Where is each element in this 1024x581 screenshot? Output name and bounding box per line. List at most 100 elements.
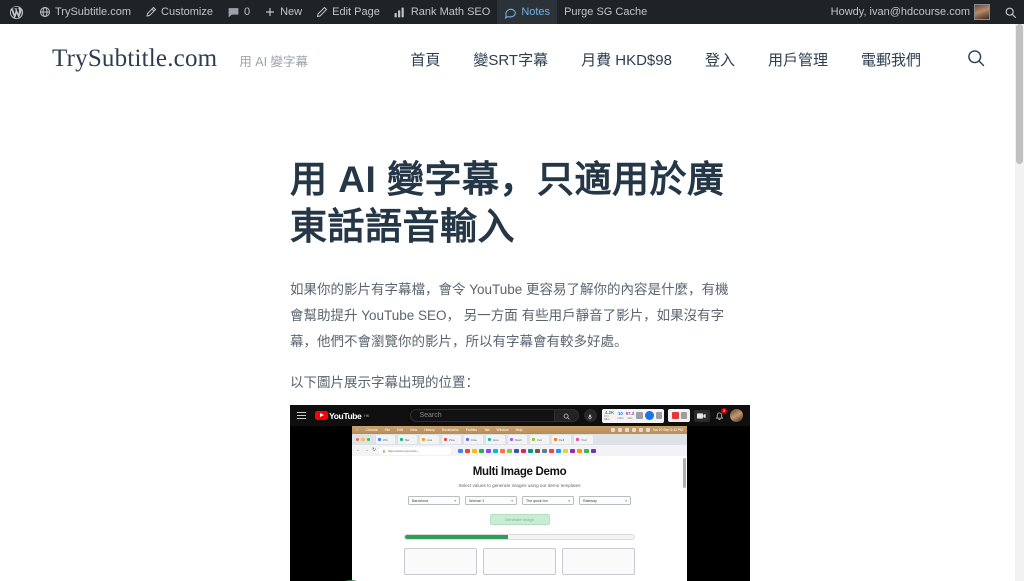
bookmark-icon[interactable] — [479, 448, 484, 454]
bookmark-icon[interactable] — [569, 448, 575, 454]
address-bar[interactable]: 🔒 https://www.tryner.live... — [379, 447, 452, 455]
bookmark-icon[interactable] — [458, 448, 463, 454]
admin-bar-customize[interactable]: Customize — [138, 0, 220, 24]
admin-bar-site-name[interactable]: TrySubtitle.com — [32, 0, 138, 24]
mac-apple-icon:  — [356, 428, 359, 432]
mac-menu-file[interactable]: File — [385, 428, 390, 432]
embedded-screenshot[interactable]: YouTube HK Search 4.2K 0 hr 48m 10 subs … — [290, 405, 750, 581]
admin-bar-notes[interactable]: Notes — [497, 0, 558, 24]
mac-menu-view[interactable]: View — [410, 428, 417, 432]
browser-extension-1-icon[interactable] — [668, 409, 690, 423]
nav-item-home[interactable]: 首頁 — [410, 49, 440, 70]
nav-item-contact[interactable]: 電郵我們 — [861, 49, 921, 70]
inner-page-scrollbar[interactable] — [683, 458, 686, 489]
browser-tab[interactable]: Ber — [398, 435, 418, 445]
mac-menu-chrome[interactable]: Chrome — [366, 428, 378, 432]
bookmark-icon[interactable] — [500, 448, 505, 454]
mac-menu-bookmarks[interactable]: Bookmarks — [442, 428, 459, 432]
bookmark-icon[interactable] — [583, 448, 589, 454]
browser-tab[interactable]: Pixa — [442, 435, 462, 445]
bookmark-icon[interactable] — [465, 448, 470, 454]
bookmarks-bar — [458, 448, 683, 454]
mac-menu-history[interactable]: History — [424, 428, 435, 432]
stats-grid-icon[interactable] — [636, 412, 643, 420]
browser-tab[interactable]: Wix — [376, 435, 396, 445]
stats-menu-icon[interactable] — [655, 412, 663, 420]
reload-icon[interactable]: ↻ — [372, 448, 376, 453]
minimize-window-icon[interactable] — [361, 438, 365, 442]
browser-tab[interactable]: Goo — [486, 435, 506, 445]
browser-tab[interactable]: Dash — [508, 435, 528, 445]
bookmark-icon[interactable] — [542, 448, 547, 454]
nav-search-button[interactable] — [966, 48, 986, 71]
close-window-icon[interactable] — [356, 438, 360, 442]
admin-bar-purge-cache[interactable]: Purge SG Cache — [557, 0, 654, 24]
browser-tab[interactable]: Clou — [464, 435, 484, 445]
admin-bar-rank-math[interactable]: Rank Math SEO — [387, 0, 497, 24]
mac-menu-window[interactable]: Window — [497, 428, 509, 432]
youtube-search-button[interactable] — [554, 409, 579, 423]
generated-image-placeholders — [352, 548, 687, 576]
create-video-icon[interactable] — [693, 409, 710, 422]
page-scrollbar-thumb[interactable] — [1016, 24, 1023, 164]
youtube-logo[interactable]: YouTube HK — [314, 411, 369, 421]
admin-bar-site-name-label: TrySubtitle.com — [55, 6, 132, 18]
demo-select-text-value: The quick bro — [526, 498, 548, 503]
bookmark-icon[interactable] — [535, 448, 540, 454]
admin-bar-comments[interactable]: 0 — [220, 0, 257, 24]
mac-menu-profiles[interactable]: Profiles — [466, 428, 477, 432]
browser-tab[interactable]: Yout — [574, 435, 594, 445]
note-bubble-icon — [504, 6, 517, 19]
hamburger-icon[interactable] — [297, 412, 306, 420]
bookmark-icon[interactable] — [549, 448, 554, 454]
mac-menu-tab[interactable]: Tab — [484, 428, 489, 432]
admin-bar-wordpress-logo[interactable] — [0, 0, 32, 24]
page-scrollbar[interactable] — [1015, 24, 1024, 581]
analytics-stats-widget[interactable]: 4.2K 0 hr 48m 10 subs 97.3 vids — [601, 408, 665, 423]
admin-bar-edit-page[interactable]: Edit Page — [309, 0, 387, 24]
bookmark-icon[interactable] — [486, 448, 491, 454]
brand[interactable]: TrySubtitle.com 用 AI 變字幕 — [52, 45, 308, 73]
site-title[interactable]: TrySubtitle.com — [52, 45, 217, 73]
admin-bar-new[interactable]: New — [257, 0, 309, 24]
browser-tab[interactable]: Defi — [552, 435, 572, 445]
bookmark-icon[interactable] — [590, 448, 596, 454]
demo-select-model[interactable]: Woman 1 ▾ — [465, 496, 517, 506]
browser-tab[interactable]: Inst — [530, 435, 550, 445]
image-placeholder[interactable] — [562, 548, 635, 576]
channel-avatar[interactable] — [730, 409, 744, 423]
bookmark-icon[interactable] — [555, 448, 561, 454]
nav-item-user-admin[interactable]: 用戶管理 — [768, 49, 828, 70]
bookmark-icon[interactable] — [521, 448, 526, 454]
bookmark-icon[interactable] — [514, 448, 519, 454]
bell-icon[interactable]: 5 — [714, 408, 728, 422]
nav-item-pricing[interactable]: 月費 HKD$98 — [581, 49, 672, 70]
mac-menu-edit[interactable]: Edit — [397, 428, 403, 432]
bookmark-icon[interactable] — [562, 448, 568, 454]
admin-bar-my-account[interactable]: Howdy, ivan@hdcourse.com — [824, 0, 997, 24]
youtube-search-input[interactable]: Search — [410, 409, 555, 423]
back-arrow-icon[interactable]: ← — [356, 448, 361, 453]
stats-globe-icon[interactable] — [644, 411, 654, 421]
window-traffic-lights[interactable] — [356, 438, 371, 442]
generate-image-button[interactable]: Generate Image — [489, 514, 550, 526]
nav-item-srt-subtitle[interactable]: 變SRT字幕 — [473, 49, 548, 70]
bookmark-icon[interactable] — [472, 448, 477, 454]
image-placeholder[interactable] — [404, 548, 477, 576]
bookmark-icon[interactable] — [576, 448, 582, 454]
nav-item-login[interactable]: 登入 — [705, 49, 735, 70]
admin-bar-search-button[interactable] — [997, 0, 1024, 24]
mac-menu-help[interactable]: Help — [516, 428, 523, 432]
stat-rpm-label: vids — [627, 415, 633, 420]
bookmark-icon[interactable] — [528, 448, 533, 454]
maximize-window-icon[interactable] — [366, 438, 371, 442]
demo-select-font[interactable]: Raleway ▾ — [579, 496, 631, 506]
bookmark-icon[interactable] — [507, 448, 512, 454]
demo-select-text[interactable]: The quick bro ▾ — [522, 496, 574, 506]
bookmark-icon[interactable] — [493, 448, 498, 454]
image-placeholder[interactable] — [483, 548, 556, 576]
youtube-mic-button[interactable] — [583, 409, 597, 423]
browser-tab[interactable]: Ana — [420, 435, 440, 445]
demo-select-city[interactable]: Barcelona ▾ — [408, 496, 460, 506]
forward-arrow-icon[interactable]: → — [364, 448, 369, 453]
